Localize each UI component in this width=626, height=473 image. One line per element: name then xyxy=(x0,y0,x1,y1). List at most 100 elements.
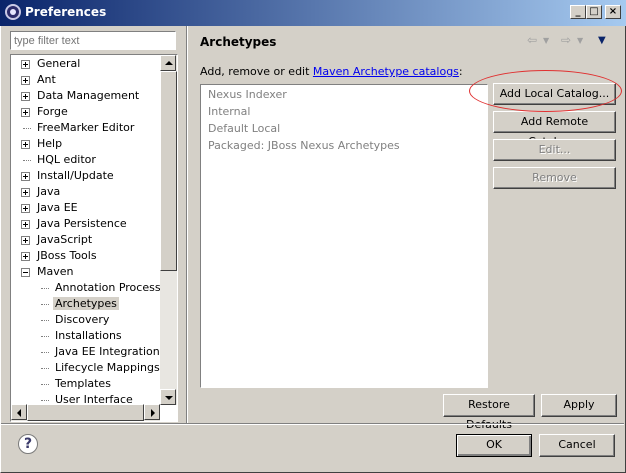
tree-item-label: JBoss Tools xyxy=(37,249,97,262)
description-text: Add, remove or edit xyxy=(200,65,313,78)
tree-connector-line xyxy=(23,160,31,161)
chevron-right-icon xyxy=(151,409,155,417)
chevron-up-icon xyxy=(165,61,173,65)
tree-item-label: Installations xyxy=(55,329,122,342)
collapse-minus-icon[interactable] xyxy=(21,268,30,277)
restore-defaults-button[interactable]: Restore Defaults xyxy=(443,394,535,431)
close-button[interactable]: × xyxy=(605,5,621,19)
tree-item[interactable]: Java EE Integration xyxy=(41,344,162,360)
tree-item-label: Lifecycle Mappings xyxy=(55,361,160,374)
expand-plus-icon[interactable] xyxy=(21,188,30,197)
tree-item-label: Maven xyxy=(37,265,74,278)
page-title: Archetypes xyxy=(200,35,277,49)
tree-item-label: Java EE Integration xyxy=(55,345,160,358)
pane-splitter[interactable] xyxy=(186,26,188,424)
tree-item[interactable]: Forge xyxy=(21,104,70,120)
tree-item-label: Install/Update xyxy=(37,169,114,182)
bottom-separator xyxy=(1,423,624,425)
tree-item[interactable]: JBoss Tools xyxy=(21,248,99,264)
maven-archetype-catalogs-link[interactable]: Maven Archetype catalogs xyxy=(313,65,459,78)
tree-item[interactable]: Templates xyxy=(41,376,113,392)
list-item[interactable]: Packaged: JBoss Nexus Archetypes xyxy=(208,139,400,152)
tree-item-label: JavaScript xyxy=(37,233,93,246)
tree-connector-line xyxy=(23,128,31,129)
tree-connector-line xyxy=(41,304,49,305)
tree-item-label: Java EE xyxy=(37,201,78,214)
expand-plus-icon[interactable] xyxy=(21,76,30,85)
highlight-annotation-ellipse xyxy=(469,70,622,112)
tree-item-label: Ant xyxy=(37,73,56,86)
expand-plus-icon[interactable] xyxy=(21,108,30,117)
window-title-bar[interactable]: Preferences _ □ × xyxy=(0,0,626,26)
maximize-button[interactable]: □ xyxy=(586,5,602,19)
tree-item[interactable]: Maven xyxy=(21,264,75,280)
expand-plus-icon[interactable] xyxy=(21,220,30,229)
filter-input[interactable] xyxy=(10,31,176,50)
tree-item-label: FreeMarker Editor xyxy=(37,121,135,134)
minimize-button[interactable]: _ xyxy=(570,5,586,19)
catalog-list[interactable]: Nexus Indexer Internal Default Local Pac… xyxy=(200,84,488,388)
expand-plus-icon[interactable] xyxy=(21,92,30,101)
tree-item[interactable]: Java xyxy=(21,184,62,200)
tree-item-label: Forge xyxy=(37,105,68,118)
page-description: Add, remove or edit Maven Archetype cata… xyxy=(200,65,463,78)
remove-catalog-button[interactable]: Remove xyxy=(493,167,616,189)
add-remote-catalog-button[interactable]: Add Remote Catalog... xyxy=(493,111,616,148)
tree-item[interactable]: Ant xyxy=(21,72,58,88)
tree-connector-line xyxy=(41,288,49,289)
forward-arrow-icon[interactable]: ⇨ xyxy=(561,33,571,47)
tree-item-label: Java xyxy=(37,185,61,198)
tree-item[interactable]: General xyxy=(21,56,82,72)
tree-connector-line xyxy=(41,336,49,337)
forward-dropdown-icon[interactable]: ▼ xyxy=(577,36,583,45)
ok-button[interactable]: OK xyxy=(456,434,532,457)
tree-item[interactable]: Discovery xyxy=(41,312,111,328)
back-arrow-icon[interactable]: ⇦ xyxy=(527,33,537,47)
scroll-up-button[interactable] xyxy=(160,55,176,71)
cancel-button[interactable]: Cancel xyxy=(539,434,615,457)
scroll-down-button[interactable] xyxy=(160,389,176,405)
expand-plus-icon[interactable] xyxy=(21,204,30,213)
expand-plus-icon[interactable] xyxy=(21,60,30,69)
window-title: Preferences xyxy=(25,5,107,19)
tree-item[interactable]: Java Persistence xyxy=(21,216,129,232)
tree-item[interactable]: Installations xyxy=(41,328,124,344)
tree-item[interactable]: FreeMarker Editor xyxy=(23,120,136,136)
expand-plus-icon[interactable] xyxy=(21,236,30,245)
tree-item[interactable]: HQL editor xyxy=(23,152,98,168)
list-item[interactable]: Nexus Indexer xyxy=(208,88,287,101)
scroll-left-button[interactable] xyxy=(11,404,27,420)
edit-catalog-button[interactable]: Edit... xyxy=(493,139,616,161)
scroll-right-button[interactable] xyxy=(144,404,160,420)
help-icon[interactable]: ? xyxy=(18,434,38,454)
expand-plus-icon[interactable] xyxy=(21,252,30,261)
chevron-left-icon xyxy=(17,409,21,417)
expand-plus-icon[interactable] xyxy=(21,172,30,181)
eclipse-app-icon xyxy=(5,4,21,20)
scroll-thumb-horizontal[interactable] xyxy=(27,404,144,421)
list-item[interactable]: Internal xyxy=(208,105,250,118)
scroll-thumb-vertical[interactable] xyxy=(160,71,177,271)
tree-vertical-scrollbar[interactable] xyxy=(160,55,177,405)
list-item[interactable]: Default Local xyxy=(208,122,280,135)
tree-item-label: HQL editor xyxy=(37,153,96,166)
tree-item[interactable]: JavaScript xyxy=(21,232,94,248)
tree-item[interactable]: Archetypes xyxy=(41,296,119,312)
tree-connector-line xyxy=(41,384,49,385)
apply-button[interactable]: Apply xyxy=(541,394,617,417)
tree-item-label: Help xyxy=(37,137,63,150)
tree-item-label: Data Management xyxy=(37,89,140,102)
view-menu-icon[interactable]: ▼ xyxy=(598,35,606,46)
tree-item[interactable]: Data Management xyxy=(21,88,141,104)
page-navigation: ⇦ ▼ ⇨ ▼ ▼ xyxy=(527,33,612,49)
back-dropdown-icon[interactable]: ▼ xyxy=(543,36,549,45)
tree-item[interactable]: Lifecycle Mappings xyxy=(41,360,162,376)
tree-item[interactable]: Install/Update xyxy=(21,168,116,184)
preference-tree[interactable]: General Ant Data Management Forge FreeMarker… xyxy=(10,54,178,422)
tree-item-label: Discovery xyxy=(55,313,110,326)
tree-connector-line xyxy=(41,368,49,369)
tree-item[interactable]: Help xyxy=(21,136,64,152)
expand-plus-icon[interactable] xyxy=(21,140,30,149)
tree-horizontal-scrollbar[interactable] xyxy=(11,404,160,421)
tree-item[interactable]: Java EE xyxy=(21,200,80,216)
